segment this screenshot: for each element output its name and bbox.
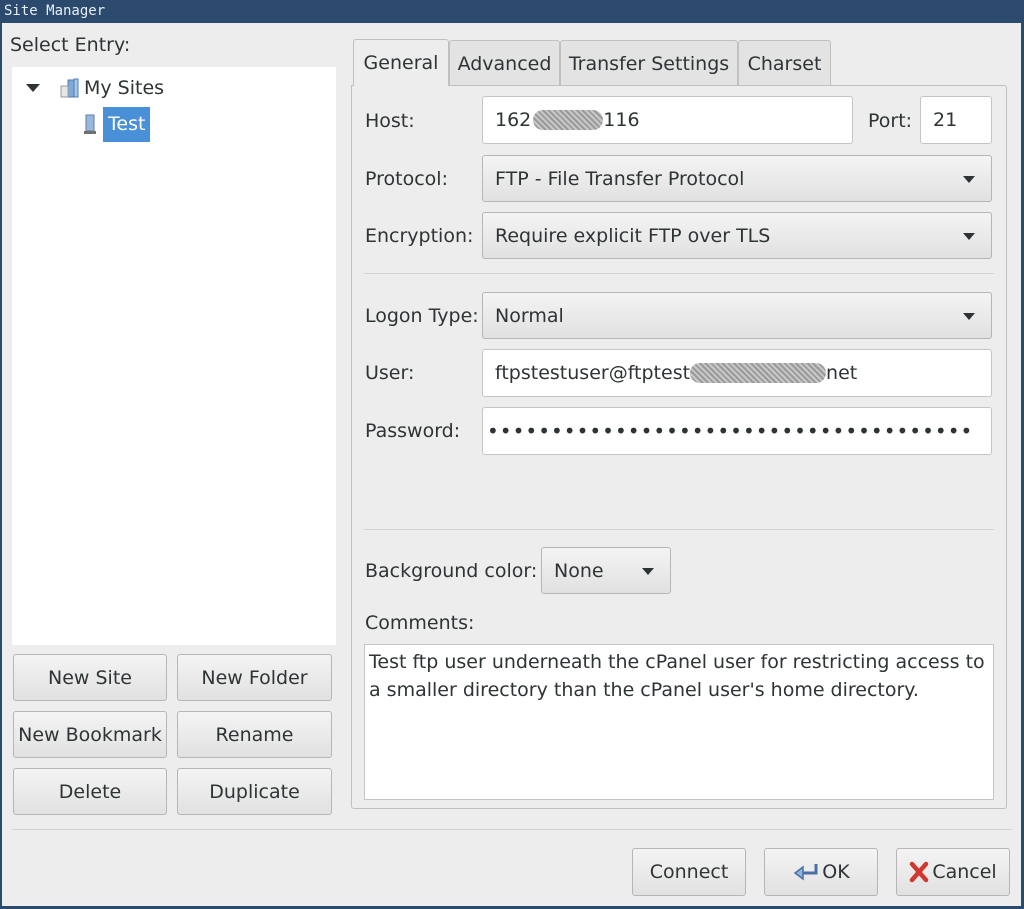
redacted-user-segment	[690, 363, 827, 383]
port-input[interactable]: 21	[920, 96, 992, 144]
comments-textarea[interactable]: Test ftp user underneath the cPanel user…	[364, 644, 994, 800]
separator	[364, 273, 994, 274]
logon-type-label: Logon Type:	[365, 305, 479, 327]
site-manager-window: Site Manager Select Entry: My Sites Test…	[0, 0, 1024, 909]
encryption-value: Require explicit FTP over TLS	[495, 224, 771, 247]
tree-item-label: My Sites	[84, 77, 165, 99]
comments-label: Comments:	[365, 612, 475, 634]
new-bookmark-button[interactable]: New Bookmark	[13, 711, 167, 758]
protocol-label: Protocol:	[365, 168, 448, 190]
password-input[interactable]: ••••••••••••••••••••••••••••••••••••••	[482, 407, 992, 455]
user-label: User:	[365, 362, 415, 384]
user-input[interactable]: ftpstestuser@ftptest net	[482, 349, 992, 397]
user-value-prefix: ftpstestuser@ftptest	[495, 362, 691, 384]
tab-general[interactable]: General	[353, 39, 449, 86]
redacted-host-segment	[533, 110, 604, 130]
user-value-suffix: net	[826, 362, 858, 384]
host-value-prefix: 162	[495, 109, 532, 131]
new-folder-button[interactable]: New Folder	[177, 654, 332, 701]
ok-label: OK	[822, 861, 850, 883]
background-color-value: None	[554, 559, 604, 582]
host-input[interactable]: 162 116	[482, 96, 853, 144]
logon-type-value: Normal	[495, 304, 564, 327]
background-color-select[interactable]: None	[541, 547, 671, 594]
expander-down-icon[interactable]	[25, 80, 41, 96]
folder-icon	[59, 77, 81, 99]
cancel-x-icon	[909, 861, 929, 883]
dropdown-arrow-icon	[963, 175, 975, 183]
separator	[364, 529, 994, 530]
site-tree[interactable]: My Sites Test	[12, 67, 336, 645]
tab-advanced[interactable]: Advanced	[449, 40, 560, 86]
tree-item-test[interactable]: Test	[83, 106, 151, 142]
cancel-label: Cancel	[932, 861, 997, 883]
encryption-select[interactable]: Require explicit FTP over TLS	[482, 212, 992, 259]
window-titlebar[interactable]: Site Manager	[0, 0, 1024, 23]
rename-button[interactable]: Rename	[177, 711, 332, 758]
protocol-value: FTP - File Transfer Protocol	[495, 167, 745, 190]
tab-charset[interactable]: Charset	[738, 40, 831, 86]
ok-arrow-icon	[792, 861, 820, 883]
dropdown-arrow-icon	[963, 232, 975, 240]
footer-separator	[12, 829, 1012, 830]
dialog-body: Select Entry: My Sites Test New Site New…	[2, 23, 1021, 906]
dropdown-arrow-icon	[642, 567, 654, 575]
cancel-button[interactable]: Cancel	[896, 848, 1010, 896]
background-color-label: Background color:	[365, 560, 538, 582]
password-label: Password:	[365, 420, 461, 442]
host-value-suffix: 116	[603, 109, 640, 131]
select-entry-label: Select Entry:	[10, 34, 131, 56]
server-icon	[83, 113, 97, 135]
encryption-label: Encryption:	[365, 225, 474, 247]
protocol-select[interactable]: FTP - File Transfer Protocol	[482, 155, 992, 202]
duplicate-button[interactable]: Duplicate	[177, 768, 332, 815]
dropdown-arrow-icon	[963, 312, 975, 320]
host-label: Host:	[365, 110, 415, 132]
port-label: Port:	[868, 110, 913, 132]
connect-button[interactable]: Connect	[632, 848, 746, 896]
window-title: Site Manager	[4, 3, 106, 19]
new-site-button[interactable]: New Site	[13, 654, 167, 701]
logon-type-select[interactable]: Normal	[482, 292, 992, 339]
tree-item-label-selected: Test	[103, 106, 151, 142]
tab-transfer-settings[interactable]: Transfer Settings	[560, 40, 738, 86]
delete-button[interactable]: Delete	[13, 768, 167, 815]
ok-button[interactable]: OK	[764, 848, 878, 896]
tree-item-my-sites[interactable]: My Sites	[25, 70, 164, 106]
